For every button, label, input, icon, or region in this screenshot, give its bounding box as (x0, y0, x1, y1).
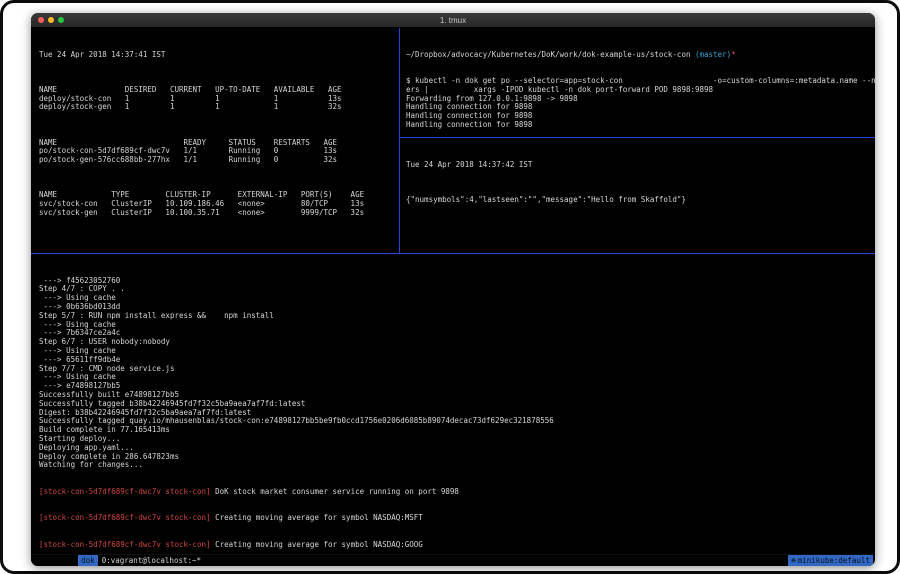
pod-log-line: [stock-con-5d7df689cf-dwc7v stock-con] D… (39, 488, 871, 497)
status-right: ☸minikube:default (743, 543, 873, 567)
pod-log-line: [stock-con-5d7df689cf-dwc7v stock-con] C… (39, 514, 871, 523)
git-dirty-marker: * (731, 50, 736, 59)
kube-context-label: minikube:default (798, 555, 870, 567)
pod-log-message: DoK stock market consumer service runnin… (211, 487, 459, 496)
pod-log-message: Creating moving average for symbol NASDA… (211, 540, 423, 549)
pod-log-prefix: [stock-con-5d7df689cf-dwc7v stock-con] (39, 513, 211, 522)
tmux-right-column: ~/Dropbox/advocacy/Kubernetes/DoK/work/d… (400, 28, 875, 253)
tmux-status-bar: dok0:vagrant@localhost:~* ☸minikube:defa… (31, 554, 875, 566)
services-table: NAME TYPE CLUSTER-IP EXTERNAL-IP PORT(S)… (39, 191, 395, 217)
prompt-line: ~/Dropbox/advocacy/Kubernetes/DoK/work/d… (406, 51, 871, 60)
prompt-path: ~/Dropbox/advocacy/Kubernetes/DoK/work/d… (406, 50, 695, 59)
deployments-table: NAME DESIRED CURRENT UP-TO-DATE AVAILABL… (39, 86, 395, 112)
service-json-response: {"numsymbols":4,"lastseen":"","message":… (406, 196, 871, 205)
pane-kubectl-watch[interactable]: Tue 24 Apr 2018 14:37:41 IST NAME DESIRE… (31, 28, 400, 253)
zoom-button[interactable] (58, 17, 64, 23)
docker-build-log: ---> f45623052760 Step 4/7 : COPY . . --… (39, 277, 871, 471)
tmux-content: Tue 24 Apr 2018 14:37:41 IST NAME DESIRE… (31, 28, 875, 566)
minimize-button[interactable] (48, 17, 54, 23)
tmux-window-label[interactable]: 0:vagrant@localhost:~* (98, 556, 201, 565)
git-branch-label: (master) (695, 50, 731, 59)
tmux-top-row: Tue 24 Apr 2018 14:37:41 IST NAME DESIRE… (31, 28, 875, 254)
close-button[interactable] (38, 17, 44, 23)
pod-log-prefix: [stock-con-5d7df689cf-dwc7v stock-con] (39, 487, 211, 496)
tmux-session-chip[interactable]: dok (78, 555, 98, 567)
pane-skaffold-log[interactable]: ---> f45623052760 Step 4/7 : COPY . . --… (31, 254, 875, 554)
terminal-window: 1. tmux Tue 24 Apr 2018 14:37:41 IST NAM… (31, 13, 875, 566)
pod-log-message: Creating moving average for symbol NASDA… (211, 513, 423, 522)
traffic-lights (31, 17, 64, 23)
pane-port-forward[interactable]: ~/Dropbox/advocacy/Kubernetes/DoK/work/d… (400, 28, 875, 138)
window-titlebar[interactable]: 1. tmux (31, 13, 875, 28)
kubernetes-helm-icon: ☸ (791, 555, 796, 567)
response-timestamp: Tue 24 Apr 2018 14:37:42 IST (406, 161, 871, 170)
window-title: 1. tmux (31, 16, 875, 25)
kubectl-timestamp: Tue 24 Apr 2018 14:37:41 IST (39, 51, 395, 60)
pane-service-response[interactable]: Tue 24 Apr 2018 14:37:42 IST {"numsymbol… (400, 138, 875, 253)
port-forward-output: $ kubectl -n dok get po --selector=app=s… (406, 77, 871, 130)
status-left: dok0:vagrant@localhost:~* (33, 543, 201, 567)
screenshot-frame: 1. tmux Tue 24 Apr 2018 14:37:41 IST NAM… (0, 0, 900, 574)
pods-table: NAME READY STATUS RESTARTS AGE po/stock-… (39, 139, 395, 165)
kube-context-chip: ☸minikube:default (788, 555, 873, 567)
